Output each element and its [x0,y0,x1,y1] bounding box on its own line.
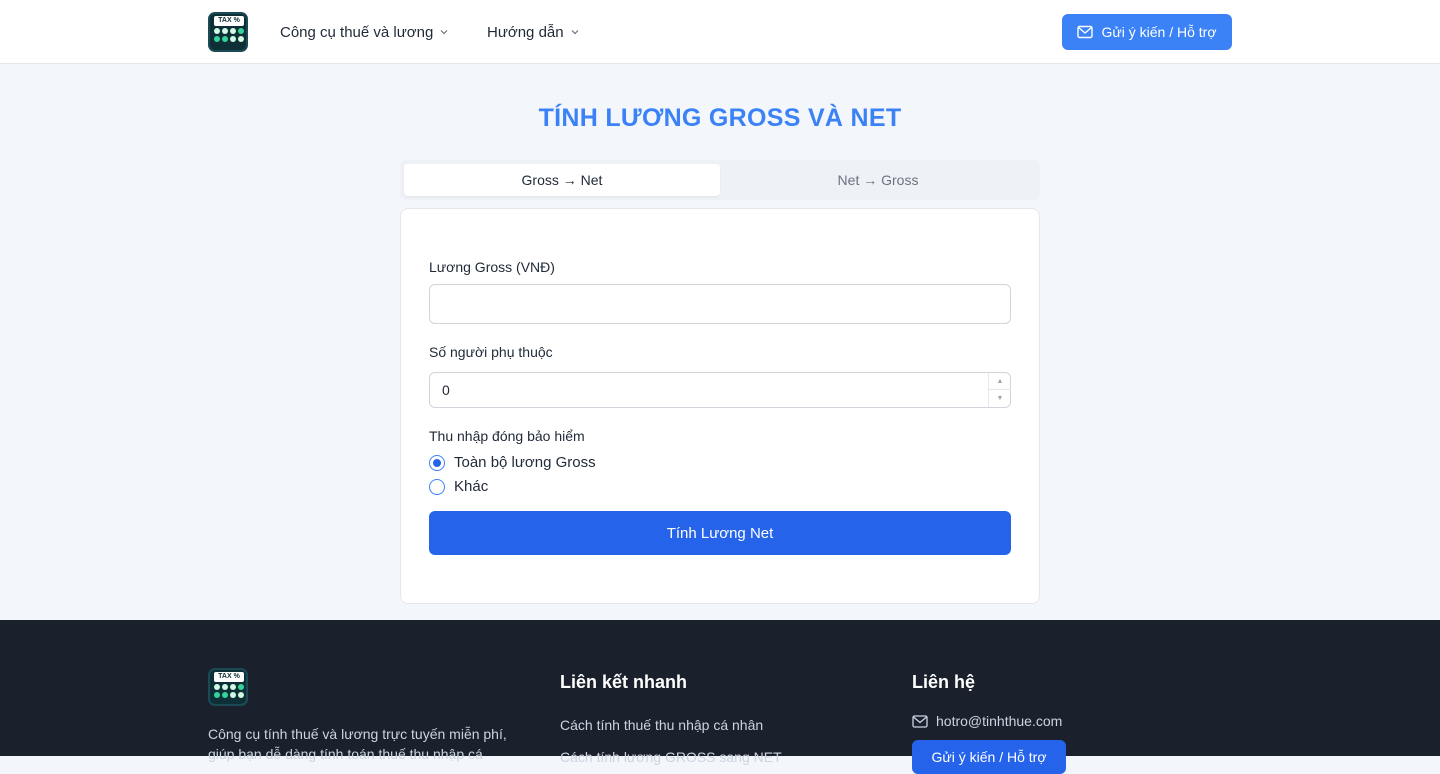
stepper-down-icon[interactable]: ▼ [989,390,1011,407]
quick-links-heading: Liên kết nhanh [560,672,688,692]
stepper-arrows: ▲ ▼ [988,373,1011,407]
nav-guides-label: Hướng dẫn [487,23,564,41]
page-title: TÍNH LƯƠNG GROSS VÀ NET [538,104,902,132]
radio-other-label: Khác [454,478,489,495]
chevron-down-icon [440,30,448,35]
footer-logo-icon[interactable]: TAX % [208,668,248,706]
mail-icon [912,714,928,728]
tab-gross-to-net[interactable]: Gross → Net [404,164,720,196]
salary-form-card: Lương Gross (VNĐ) Số người phụ thuộc 0 ▲… [400,208,1040,604]
footer-email-text: hotro@tinhthue.com [936,713,1063,729]
stepper-up-icon[interactable]: ▲ [989,373,1011,390]
footer-logo-keys [214,684,244,698]
radio-full-gross-label: Toàn bộ lương Gross [454,454,596,471]
chevron-down-icon [571,30,579,35]
radio-other[interactable]: Khác [429,478,488,495]
conversion-tabs: Gross → Net Net → Gross [400,160,1040,200]
calculate-net-button[interactable]: Tính Lương Net [429,511,1011,555]
insurance-income-label: Thu nhập đóng bảo hiểm [429,428,585,444]
nav-guides[interactable]: Hướng dẫn [487,22,580,42]
contact-heading: Liên hệ [912,672,976,692]
logo-text: TAX % [214,16,244,26]
logo-keys [214,28,244,42]
footer-support-button[interactable]: Gửi ý kiến / Hỗ trợ [912,740,1066,774]
radio-unchecked-icon[interactable] [429,478,445,495]
feedback-support-label: Gửi ý kiến / Hỗ trợ [1101,24,1217,40]
tab-net-to-gross[interactable]: Net → Gross [720,164,1036,196]
footer-email[interactable]: hotro@tinhthue.com [912,713,1062,729]
nav-tax-salary-tools[interactable]: Công cụ thuế và lương [280,22,449,42]
dependents-stepper[interactable]: 0 ▲ ▼ [429,372,1011,408]
footer-description: Công cụ tính thuế và lương trực tuyến mi… [208,726,507,762]
dependents-value: 0 [442,382,450,398]
radio-checked-icon[interactable] [429,454,445,471]
gross-salary-input[interactable] [429,284,1011,324]
nav-tax-salary-tools-label: Công cụ thuế và lương [280,23,434,41]
footer-link-personal-income-tax[interactable]: Cách tính thuế thu nhập cá nhân [560,717,763,733]
tax-calculator-logo-icon[interactable]: TAX % [208,12,248,52]
mail-icon [1077,25,1094,39]
feedback-support-button[interactable]: Gửi ý kiến / Hỗ trợ [1062,14,1232,50]
gross-salary-label: Lương Gross (VNĐ) [429,259,555,275]
footer-link-gross-to-net[interactable]: Cách tính lương GROSS sang NET [560,749,782,765]
radio-full-gross[interactable]: Toàn bộ lương Gross [429,454,596,471]
footer-logo-text: TAX % [214,672,244,682]
top-header: TAX % Công cụ thuế và lương Hướng dẫn Gử… [0,0,1440,64]
dependents-label: Số người phụ thuộc [429,344,553,360]
site-footer: TAX % Công cụ tính thuế và lương trực tu… [0,620,1440,774]
